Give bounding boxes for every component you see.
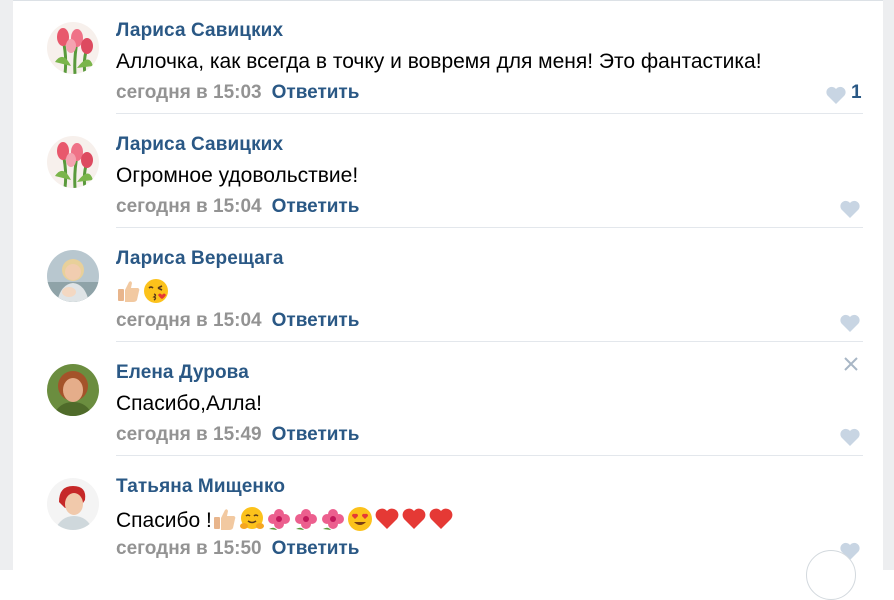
flower-emoji <box>321 509 344 530</box>
avatar[interactable] <box>47 478 99 530</box>
tulips-avatar-image <box>47 136 99 188</box>
close-icon[interactable] <box>841 354 861 374</box>
comment-item: Лариса Савицких Огромное удовольствие! с… <box>13 114 883 228</box>
comment-meta: сегодня в 15:03 Ответить <box>116 82 359 104</box>
comment-date[interactable]: сегодня в 15:04 <box>116 310 262 331</box>
comment-author[interactable]: Лариса Савицких <box>116 20 283 42</box>
avatar[interactable] <box>47 364 99 416</box>
reply-button[interactable]: Ответить <box>272 424 360 445</box>
comment-date[interactable]: сегодня в 15:03 <box>116 82 262 103</box>
comment-author[interactable]: Лариса Верещага <box>116 248 284 270</box>
comment-meta: сегодня в 15:50 Ответить <box>116 538 359 560</box>
comment-author[interactable]: Елена Дурова <box>116 362 249 384</box>
comment-author[interactable]: Татьяна Мищенко <box>116 476 285 498</box>
reply-button[interactable]: Ответить <box>272 538 360 559</box>
heart-icon[interactable] <box>839 427 861 447</box>
reply-button[interactable]: Ответить <box>272 310 360 331</box>
woman-photo-avatar-image <box>47 364 99 416</box>
comment-date[interactable]: сегодня в 15:50 <box>116 538 262 559</box>
comment-text-content: Спасибо ! <box>116 509 212 532</box>
heart-icon[interactable] <box>839 199 861 219</box>
reply-button[interactable]: Ответить <box>272 82 360 103</box>
heart-icon[interactable] <box>839 313 861 333</box>
heart-eyes-emoji <box>347 507 372 531</box>
avatar[interactable] <box>47 22 99 74</box>
kiss-face-emoji <box>144 279 168 303</box>
heart-icon[interactable] <box>825 85 847 105</box>
flower-emoji <box>294 509 317 530</box>
flower-emoji <box>267 509 290 530</box>
comment-text: Огромное удовольствие! <box>116 164 359 187</box>
heart-emoji <box>375 508 399 529</box>
thumbs-up-emoji <box>118 281 140 302</box>
comment-item: Елена Дурова Спасибо,Алла! сегодня в 15:… <box>13 342 883 456</box>
comment-date[interactable]: сегодня в 15:04 <box>116 196 262 217</box>
woman-photo-avatar-image <box>47 250 99 302</box>
comment-text: Аллочка, как всегда в точку и вовремя дл… <box>116 50 762 73</box>
comment-text: Спасибо ! <box>116 506 455 533</box>
woman-photo-avatar-image <box>47 478 99 530</box>
scroll-down-button[interactable] <box>806 550 856 600</box>
right-margin <box>883 0 894 570</box>
comment-item: Лариса Верещага сегодня в 15:04 Ответить <box>13 228 883 342</box>
comment-item: Лариса Савицких Аллочка, как всегда в то… <box>13 0 883 114</box>
comment-meta: сегодня в 15:04 Ответить <box>116 310 359 332</box>
reply-button[interactable]: Ответить <box>272 196 360 217</box>
heart-emoji <box>402 508 426 529</box>
comment-text <box>116 278 170 305</box>
comment-date[interactable]: сегодня в 15:49 <box>116 424 262 445</box>
left-margin <box>0 0 13 570</box>
hugging-face-emoji <box>239 507 264 529</box>
avatar[interactable] <box>47 250 99 302</box>
tulips-avatar-image <box>47 22 99 74</box>
heart-emoji <box>429 508 453 529</box>
thumbs-up-emoji <box>213 509 236 530</box>
comment-meta: сегодня в 15:04 Ответить <box>116 196 359 218</box>
like-count[interactable]: 1 <box>851 82 862 104</box>
comment-item: Татьяна Мищенко Спасибо ! сегодня в 15:5… <box>13 456 883 570</box>
comment-text: Спасибо,Алла! <box>116 392 263 415</box>
avatar[interactable] <box>47 136 99 188</box>
comment-author[interactable]: Лариса Савицких <box>116 134 283 156</box>
comment-meta: сегодня в 15:49 Ответить <box>116 424 359 446</box>
